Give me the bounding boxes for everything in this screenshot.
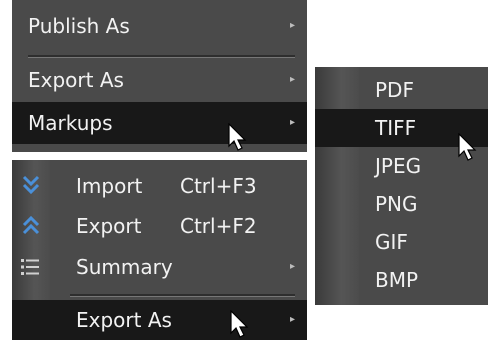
menu-item-markups[interactable]: Markups ▸ [12, 102, 307, 144]
bottom-context-menu: Import Ctrl+F3 Export Ctrl+F2 Summary ▸ [12, 160, 307, 340]
menu-separator [28, 57, 295, 58]
submenu-item-label: GIF [375, 230, 408, 254]
menu-item-export-as[interactable]: Export As ▸ [12, 60, 307, 100]
menu-item-label: Publish As [28, 14, 130, 38]
menu-item-label: Export As [76, 308, 172, 332]
menu-item-shortcut: Ctrl+F2 [180, 214, 257, 238]
menu-item-export[interactable]: Export Ctrl+F2 [12, 206, 307, 246]
top-context-menu: Publish As ▸ Export As ▸ Markups ▸ [12, 0, 307, 152]
submenu-item-pdf[interactable]: PDF [315, 71, 488, 109]
submenu-arrow-icon: ▸ [289, 261, 295, 272]
menu-item-label: Export As [28, 68, 124, 92]
double-chevron-down-icon [22, 174, 40, 199]
list-icon [20, 257, 40, 280]
mouse-cursor-icon [458, 133, 477, 161]
menu-item-shortcut: Ctrl+F3 [180, 174, 257, 198]
menu-item-publish-as[interactable]: Publish As ▸ [12, 4, 307, 48]
mouse-cursor-icon [228, 123, 247, 151]
submenu-item-label: PDF [375, 78, 414, 102]
submenu-item-png[interactable]: PNG [315, 185, 488, 223]
mouse-cursor-icon [230, 310, 249, 338]
menu-item-label: Export [76, 214, 142, 238]
menu-item-summary[interactable]: Summary ▸ [12, 246, 307, 288]
submenu-item-label: TIFF [375, 116, 417, 140]
menu-item-label: Summary [76, 255, 173, 279]
submenu-item-bmp[interactable]: BMP [315, 261, 488, 299]
submenu-item-label: PNG [375, 192, 418, 216]
double-chevron-up-icon [22, 214, 40, 239]
menu-item-export-as-highlighted[interactable]: Export As ▸ [12, 300, 307, 340]
submenu-arrow-icon: ▸ [289, 74, 295, 85]
submenu-arrow-icon: ▸ [289, 20, 295, 31]
menu-item-label: Import [76, 174, 143, 198]
submenu-item-gif[interactable]: GIF [315, 223, 488, 261]
export-format-submenu: PDF TIFF JPEG PNG GIF BMP [315, 67, 488, 305]
submenu-arrow-icon: ▸ [289, 117, 295, 128]
submenu-item-label: JPEG [375, 154, 422, 178]
submenu-item-label: BMP [375, 268, 419, 292]
menu-item-import[interactable]: Import Ctrl+F3 [12, 166, 307, 206]
menu-separator [70, 296, 295, 297]
menu-item-label: Markups [28, 111, 113, 135]
submenu-arrow-icon: ▸ [289, 314, 295, 325]
